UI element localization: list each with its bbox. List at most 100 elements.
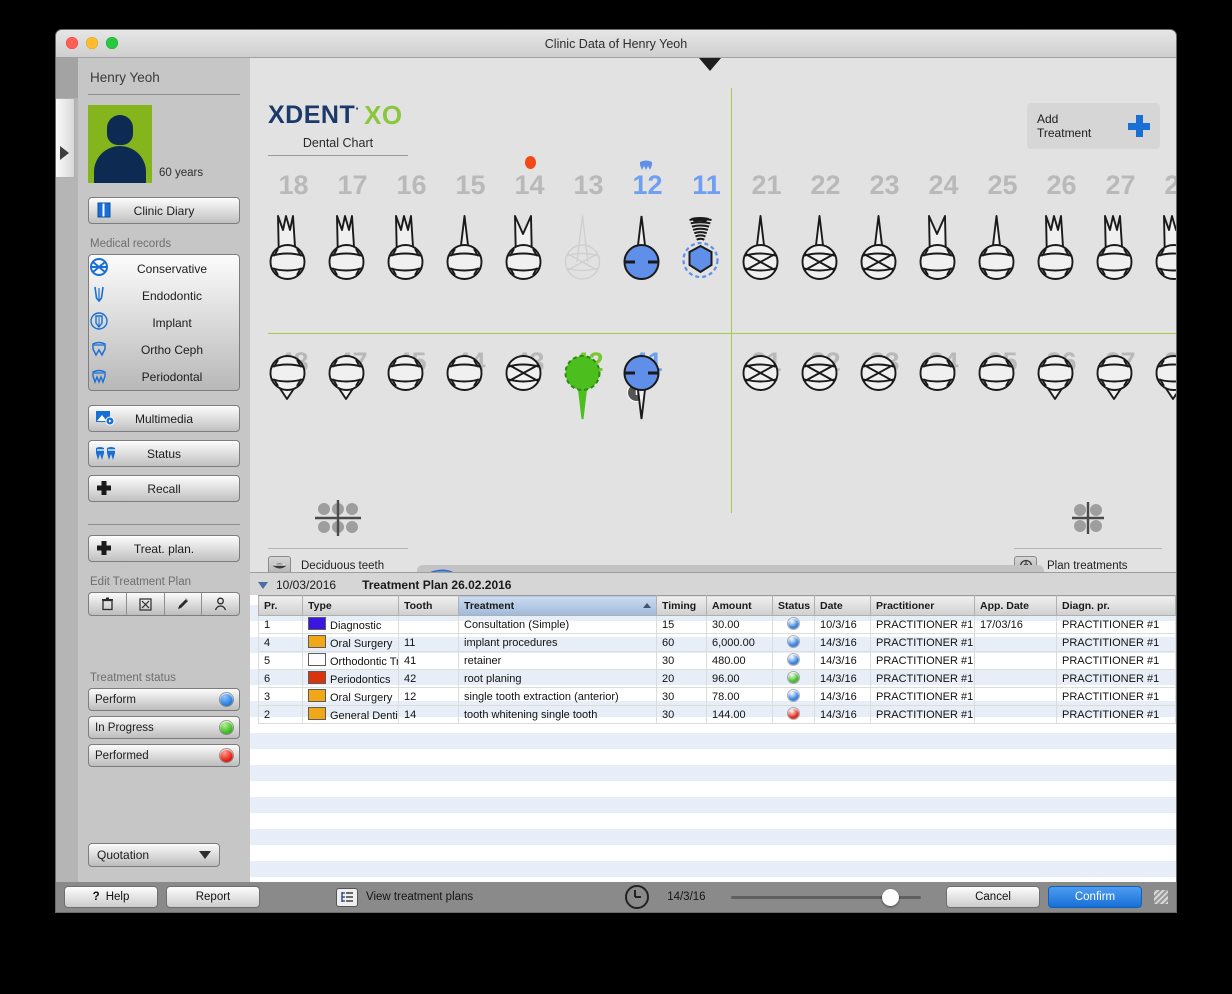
tooth-glyph — [623, 215, 659, 280]
tooth-47[interactable]: 47 — [323, 343, 382, 435]
multimedia-button[interactable]: Multimedia — [88, 405, 240, 432]
clock-icon[interactable] — [625, 885, 650, 909]
table-row[interactable]: 2 General Dentis 14 tooth whitening single … — [258, 705, 1176, 724]
tooth-glyph — [564, 355, 600, 420]
quadrant-grid-icon[interactable] — [268, 498, 408, 538]
table-header-pr[interactable]: Pr. — [258, 595, 303, 616]
tooth-36[interactable]: 36 — [1032, 343, 1091, 435]
sidebar-collapse-handle[interactable] — [56, 98, 75, 178]
clinic-diary-button[interactable]: Clinic Diary — [88, 197, 240, 224]
tooth-27[interactable]: 27 — [1091, 170, 1150, 292]
cancel-button[interactable]: Cancel — [946, 886, 1040, 908]
table-header-timing[interactable]: Timing — [656, 595, 707, 616]
tooth-26[interactable]: 26 — [1032, 170, 1091, 292]
status-filter-in-progress[interactable]: In Progress — [88, 716, 240, 739]
dental-chart: 18 17 16 15 14 13 12 11 21 22 23 24 25 26 27 28 484745… — [250, 88, 1176, 610]
tooth-22[interactable]: 22 — [796, 170, 855, 292]
table-header-status[interactable]: Status — [772, 595, 815, 616]
sidebar-item-implant[interactable]: Implant — [89, 309, 239, 336]
tooth-43[interactable]: 43 — [500, 343, 559, 435]
status-filter-performed[interactable]: Performed — [88, 744, 240, 767]
quotation-dropdown[interactable]: Quotation — [88, 843, 220, 867]
ortho-ceph-icon — [89, 338, 109, 361]
sidebar-item-ortho-ceph[interactable]: Ortho Ceph — [89, 336, 239, 363]
table-header-diagn-pr[interactable]: Diagn. pr. — [1056, 595, 1176, 616]
cell-type: Oral Surgery — [302, 633, 399, 652]
cell-app-date — [974, 669, 1057, 688]
tooth-28[interactable]: 28 — [1150, 170, 1176, 292]
view-treatment-plans-label[interactable]: View treatment plans — [366, 891, 473, 903]
tooth-16[interactable]: 16 — [382, 170, 441, 292]
recall-button[interactable]: Recall — [88, 475, 240, 502]
tooth-48[interactable]: 48 — [264, 343, 323, 435]
patient-sidebar: Henry Yeoh 60 years Clinic Diary Medical… — [78, 58, 250, 912]
table-row[interactable]: 6 Periodontics 42 root planing 20 96.00 14/3/1… — [258, 669, 1176, 688]
quadrant-grid-icon[interactable] — [1014, 498, 1162, 538]
tooth-34[interactable]: 34 — [914, 343, 973, 435]
close-icon[interactable] — [66, 37, 78, 49]
edit-button[interactable] — [165, 593, 203, 615]
tooth-11[interactable]: 11 — [677, 170, 736, 292]
table-header-practitioner[interactable]: Practitioner — [870, 595, 975, 616]
tooth-41[interactable]: 41i — [618, 343, 677, 435]
maximize-icon[interactable] — [106, 37, 118, 49]
table-row[interactable]: 5 Orthodontic Tr 41 retainer 30 480.00 14/3/16… — [258, 651, 1176, 670]
table-row[interactable]: 3 Oral Surgery 12 single tooth extraction (… — [258, 687, 1176, 706]
window-controls[interactable] — [66, 37, 118, 49]
tooth-44[interactable]: 44 — [441, 343, 500, 435]
tooth-18[interactable]: 18 — [264, 170, 323, 292]
tooth-32[interactable]: 32 — [796, 343, 855, 435]
tooth-25[interactable]: 25 — [973, 170, 1032, 292]
resize-grip-icon[interactable] — [1154, 890, 1168, 904]
table-header-date[interactable]: Date — [814, 595, 871, 616]
tooth-13[interactable]: 13 — [559, 170, 618, 292]
tooth-14[interactable]: 14 — [500, 156, 559, 292]
sidebar-item-periodontal[interactable]: Periodontal — [89, 363, 239, 390]
chevron-right-icon[interactable] — [60, 146, 69, 160]
status-button[interactable]: Status — [88, 440, 240, 467]
tooth-glyph — [505, 355, 541, 391]
cell-diagn-pr: PRACTITIONER #1 — [1056, 705, 1176, 724]
slider-knob[interactable] — [882, 888, 900, 906]
help-button[interactable]: ? Help — [64, 886, 158, 908]
date-slider[interactable] — [731, 888, 922, 906]
tooth-38[interactable]: 38 — [1150, 343, 1176, 435]
plan-treatments-label: Plan treatments — [1047, 559, 1128, 572]
report-button[interactable]: Report — [166, 886, 260, 908]
tooth-17[interactable]: 17 — [323, 170, 382, 292]
table-header-tooth[interactable]: Tooth — [398, 595, 459, 616]
table-row[interactable]: 4 Oral Surgery 11 implant procedures 60 6,000… — [258, 633, 1176, 652]
status-filter-perform[interactable]: Perform — [88, 688, 240, 711]
tooth-42[interactable]: 42 — [559, 343, 618, 435]
table-header-type[interactable]: Type — [302, 595, 399, 616]
confirm-button[interactable]: Confirm — [1048, 886, 1142, 908]
table-header-row[interactable]: Pr. Type Tooth Treatment Timing Amount Status D… — [258, 595, 1176, 616]
tooth-21[interactable]: 21 — [737, 170, 796, 292]
table-header-treatment[interactable]: Treatment — [458, 595, 657, 616]
disclosure-triangle-icon[interactable] — [258, 581, 268, 589]
tooth-23[interactable]: 23 — [855, 170, 914, 292]
tooth-12[interactable]: 12 — [618, 160, 677, 292]
tooth-24[interactable]: 24 — [914, 170, 973, 292]
tooth-35[interactable]: 35 — [973, 343, 1032, 435]
table-header-amount[interactable]: Amount — [706, 595, 773, 616]
treat-plan-button[interactable]: Treat. plan. — [88, 535, 240, 562]
sidebar-item-conservative[interactable]: Conservative — [89, 255, 239, 282]
sidebar-item-endodontic[interactable]: Endodontic — [89, 282, 239, 309]
tooth-15[interactable]: 15 — [441, 170, 500, 292]
minimize-icon[interactable] — [86, 37, 98, 49]
table-header-app-date[interactable]: App. Date — [974, 595, 1057, 616]
tooth-37[interactable]: 37 — [1091, 343, 1150, 435]
tooth-45[interactable]: 45 — [382, 343, 441, 435]
avatar[interactable] — [88, 105, 152, 183]
sort-ascending-icon — [643, 603, 651, 608]
tooth-glyph — [328, 355, 364, 400]
tooth-number: 24 — [928, 170, 959, 200]
cancel-plan-button[interactable] — [127, 593, 165, 615]
delete-button[interactable] — [89, 593, 127, 615]
table-row[interactable]: 1 Diagnostic Consultation (Simple) 15 30.00 1… — [258, 615, 1176, 634]
tooth-31[interactable]: 31 — [737, 343, 796, 435]
assign-person-button[interactable] — [202, 593, 239, 615]
tooth-33[interactable]: 33 — [855, 343, 914, 435]
list-view-icon[interactable] — [336, 887, 358, 907]
